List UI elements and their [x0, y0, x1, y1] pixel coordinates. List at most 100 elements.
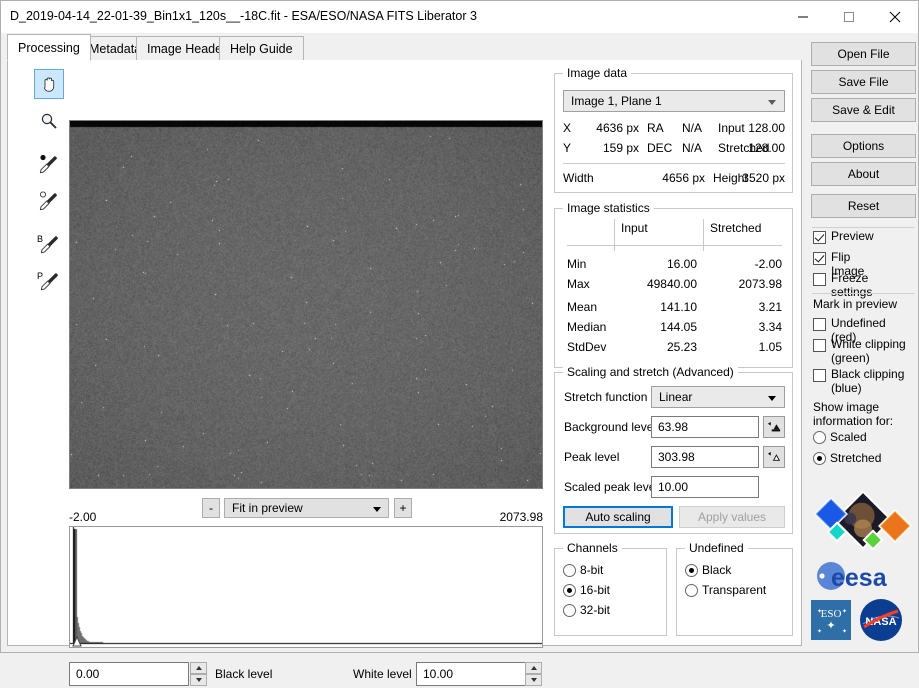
tab-help-guide[interactable]: Help Guide: [219, 36, 304, 61]
svg-text:P: P: [37, 271, 43, 281]
white-level-stepper[interactable]: [525, 662, 542, 686]
image-preview-canvas[interactable]: [70, 121, 542, 488]
stretch-function-select[interactable]: Linear: [651, 386, 785, 408]
width-key: Width: [563, 171, 594, 185]
stats-row-stretched: 2073.98: [702, 277, 782, 291]
stats-row-label: StdDev: [567, 340, 606, 354]
background-level-picker-button[interactable]: [763, 416, 785, 438]
background-picker-tool[interactable]: B: [34, 229, 64, 259]
channels-group: Channels 8-bit 16-bit 32-bit: [554, 548, 667, 636]
maximize-button[interactable]: [826, 1, 872, 33]
svg-text:B: B: [37, 234, 43, 244]
background-level-value: 63.98: [658, 420, 688, 434]
white-level-decrement[interactable]: [525, 674, 542, 686]
stats-vrule-1: [614, 219, 615, 251]
white-level-increment[interactable]: [525, 662, 542, 674]
magnifier-icon: [39, 111, 59, 131]
peak-level-input[interactable]: 303.98: [651, 446, 759, 468]
white-level-input[interactable]: 10.00: [416, 662, 536, 686]
freeze-settings-checkbox-label: Freeze settings: [831, 271, 872, 299]
checkbox-checked-icon: [813, 252, 826, 265]
side-action-panel: Open File Save File Save & Edit Options …: [808, 34, 918, 646]
minimize-icon: [797, 11, 809, 23]
stats-row-input: 141.10: [617, 300, 697, 314]
peak-level-picker-button[interactable]: [763, 446, 785, 468]
image-data-legend: Image data: [563, 66, 631, 80]
show-image-information-title: Show image information for:: [813, 400, 913, 428]
undefined-legend: Undefined: [685, 541, 748, 555]
histogram[interactable]: [69, 526, 543, 648]
options-button[interactable]: Options: [811, 134, 916, 158]
show-info-scaled-label: Scaled: [830, 430, 867, 444]
stats-row-stretched: -2.00: [702, 257, 782, 271]
histogram-black-marker[interactable]: [69, 633, 85, 649]
stats-header-rule: [567, 245, 782, 246]
save-file-button[interactable]: Save File: [811, 70, 916, 94]
plane-select-value: Image 1, Plane 1: [571, 94, 662, 108]
preview-checkbox-label: Preview: [831, 229, 874, 243]
eyedropper-black-icon: [38, 153, 60, 175]
save-and-edit-button[interactable]: Save & Edit: [811, 98, 916, 122]
minimize-button[interactable]: [780, 1, 826, 33]
zoom-tool[interactable]: [34, 106, 64, 136]
white-level-value: 10.00: [423, 667, 453, 681]
title-bar: D_2019-04-14_22-01-39_Bin1x1_120s__-18C.…: [1, 1, 918, 33]
scaled-peak-level-label: Scaled peak level: [564, 480, 658, 494]
black-level-stepper[interactable]: [190, 662, 207, 686]
stats-row-label: Median: [567, 320, 606, 334]
nasa-logo: NASA: [859, 598, 903, 642]
panel-divider-2: [812, 293, 915, 294]
scaled-peak-level-input[interactable]: 10.00: [651, 476, 759, 498]
checkbox-icon: [813, 339, 826, 352]
mark-in-preview-title: Mark in preview: [813, 297, 897, 311]
black-level-input[interactable]: 0.00: [69, 662, 189, 686]
undefined-option-label: Transparent: [702, 583, 766, 597]
tab-processing[interactable]: Processing: [7, 34, 91, 61]
zoom-out-button[interactable]: -: [202, 498, 220, 518]
radio-circle-icon: [685, 584, 698, 597]
stats-row-label: Mean: [567, 300, 597, 314]
scaling-stretch-group: Scaling and stretch (Advanced) Stretch f…: [554, 372, 793, 534]
stats-row-input: 25.23: [617, 340, 697, 354]
radio-circle-icon: [813, 431, 826, 444]
svg-text:✦: ✦: [842, 628, 847, 635]
histogram-canvas[interactable]: [70, 527, 542, 647]
svg-text:✦: ✦: [817, 628, 822, 635]
zoom-in-button[interactable]: +: [394, 498, 412, 518]
hand-icon: [39, 74, 59, 94]
scaled-peak-level-value: 10.00: [658, 480, 688, 494]
stretch-function-value: Linear: [659, 390, 692, 404]
stats-row-input: 144.05: [617, 320, 697, 334]
checkbox-icon: [813, 318, 826, 331]
zoom-level-select[interactable]: Fit in preview: [224, 498, 389, 518]
background-level-input[interactable]: 63.98: [651, 416, 759, 438]
black-point-picker-tool[interactable]: [34, 149, 64, 179]
plane-select[interactable]: Image 1, Plane 1: [563, 90, 785, 112]
channels-option-label: 32-bit: [580, 603, 610, 617]
white-point-picker-tool[interactable]: [34, 186, 64, 216]
image-statistics-legend: Image statistics: [563, 201, 654, 215]
y-key: Y: [563, 141, 571, 155]
logo-stack: eesa ESO ✦ ✦ ✦ ✦ ✦ NASA: [811, 488, 916, 642]
svg-text:✦: ✦: [842, 608, 847, 615]
mark-white-clipping-label: White clipping (green): [831, 337, 915, 365]
dec-key: DEC: [647, 141, 672, 155]
black-level-decrement[interactable]: [190, 674, 207, 686]
radio-circle-icon: [563, 604, 576, 617]
auto-scaling-button[interactable]: Auto scaling: [563, 506, 673, 528]
scaling-legend: Scaling and stretch (Advanced): [563, 365, 738, 379]
black-level-increment[interactable]: [190, 662, 207, 674]
reset-button[interactable]: Reset: [811, 194, 916, 218]
hand-tool[interactable]: [34, 69, 64, 99]
open-file-button[interactable]: Open File: [811, 42, 916, 66]
radio-circle-icon: [563, 564, 576, 577]
checkbox-checked-icon: [813, 231, 826, 244]
image-preview[interactable]: [69, 120, 543, 489]
peak-picker-tool[interactable]: P: [34, 266, 64, 296]
close-button[interactable]: [872, 1, 918, 33]
about-button[interactable]: About: [811, 162, 916, 186]
checkbox-icon: [813, 369, 826, 382]
histogram-max-label: 2073.98: [451, 510, 543, 524]
zoom-level-value: Fit in preview: [232, 501, 303, 515]
radio-circle-selected-icon: [563, 584, 576, 597]
